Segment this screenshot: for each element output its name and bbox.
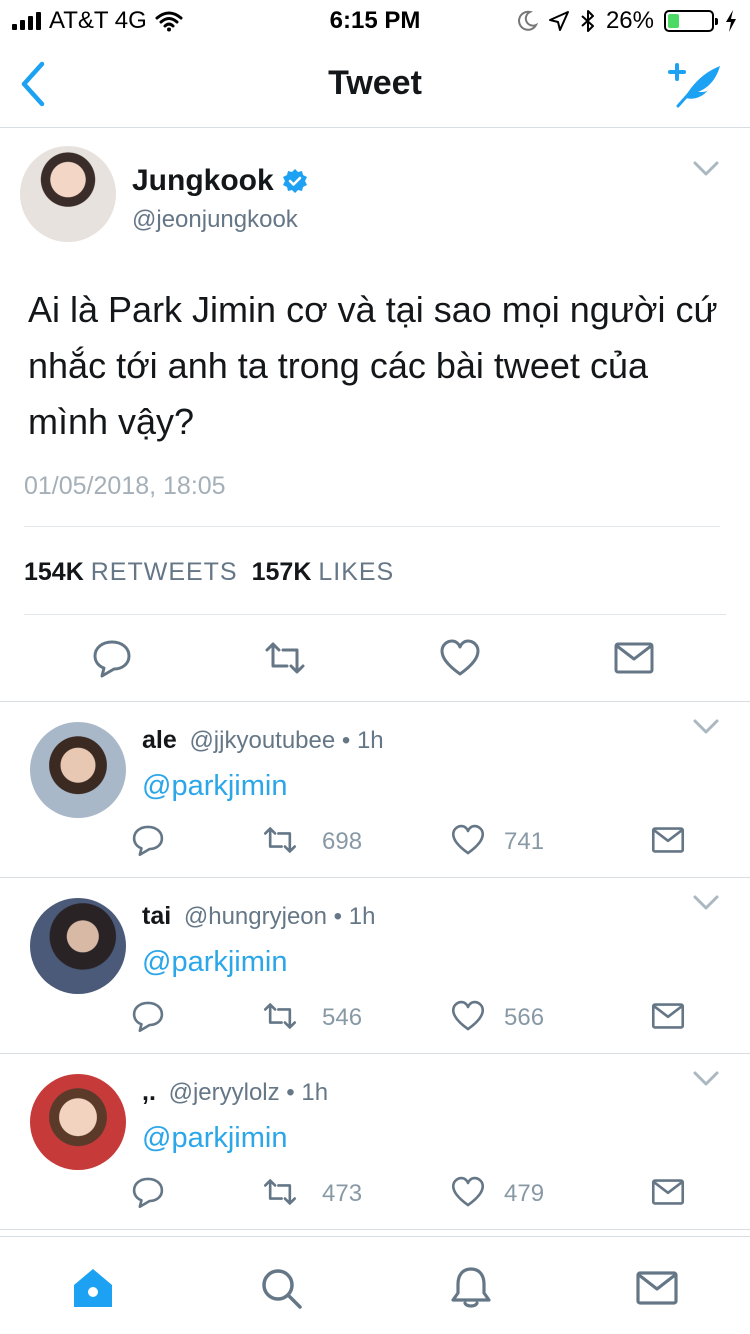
- bluetooth-icon: [581, 10, 594, 32]
- battery-icon: [664, 10, 718, 32]
- reply-author-name[interactable]: ale: [142, 726, 177, 754]
- retweet-icon[interactable]: [262, 822, 298, 858]
- nav-bar: Tweet: [0, 40, 750, 128]
- reply-time: • 1h: [341, 727, 384, 754]
- reply-avatar[interactable]: [30, 722, 126, 818]
- retweet-icon[interactable]: [262, 998, 298, 1034]
- likes-count: 157K: [251, 558, 312, 586]
- reply-avatar[interactable]: [30, 1074, 126, 1170]
- reply-header: ,. @jeryylolz • 1h: [142, 1078, 328, 1107]
- tweet-text: Ai là Park Jimin cơ và tại sao mọi người…: [28, 289, 718, 442]
- retweet-icon[interactable]: [262, 1174, 298, 1210]
- reply-retweet-count: 698: [322, 828, 363, 855]
- charging-bolt-icon: [726, 10, 736, 32]
- reply-text-mention[interactable]: @parkjimin: [142, 946, 287, 979]
- divider: [24, 614, 726, 615]
- location-arrow-icon: [548, 11, 569, 31]
- likes-label: LIKES: [318, 558, 395, 586]
- tweet-action-row: [0, 636, 750, 680]
- author-name: Jungkook: [132, 164, 274, 197]
- notifications-bell-icon[interactable]: [448, 1265, 494, 1311]
- reply-like-count: 741: [504, 828, 545, 855]
- likes-stat[interactable]: 157K LIKES: [252, 558, 395, 587]
- reply-text-mention[interactable]: @parkjimin: [142, 770, 287, 803]
- reply-time: • 1h: [333, 903, 376, 930]
- direct-message-icon[interactable]: [650, 998, 686, 1034]
- reply-header: tai @hungryjeon • 1h: [142, 902, 375, 931]
- status-right: 26%: [516, 7, 738, 35]
- reply-retweet-count: 546: [322, 1004, 363, 1031]
- search-icon[interactable]: [258, 1265, 304, 1311]
- direct-message-icon[interactable]: [612, 636, 656, 680]
- direct-message-icon[interactable]: [650, 822, 686, 858]
- reply-header: ale @jjkyoutubee • 1h: [142, 726, 384, 755]
- compose-tweet-icon[interactable]: [664, 58, 724, 110]
- divider: [24, 526, 720, 527]
- like-heart-icon[interactable]: [450, 822, 486, 858]
- tweet-timestamp: 01/05/2018, 18:05: [24, 472, 226, 500]
- battery-level-fill: [668, 14, 679, 28]
- reply-action-row: 698 741: [0, 822, 750, 862]
- author-avatar[interactable]: [20, 146, 116, 242]
- retweets-stat[interactable]: 154K RETWEETS: [24, 558, 238, 587]
- reply-icon[interactable]: [90, 636, 134, 680]
- tab-bar: [0, 1236, 750, 1334]
- reply-action-row: 473 479: [0, 1174, 750, 1214]
- reply-icon[interactable]: [130, 1174, 166, 1210]
- chevron-down-icon[interactable]: [692, 894, 720, 912]
- reply-icon[interactable]: [130, 998, 166, 1034]
- engagement-stats: 154K RETWEETS 157K LIKES: [24, 558, 394, 587]
- reply-action-row: 546 566: [0, 998, 750, 1038]
- author-handle[interactable]: @jeonjungkook: [132, 206, 298, 234]
- like-heart-icon[interactable]: [438, 636, 482, 680]
- retweets-count: 154K: [24, 558, 84, 586]
- author-name-row[interactable]: Jungkook: [132, 164, 308, 198]
- reply-author-handle[interactable]: @jjkyoutubee: [189, 727, 335, 754]
- messages-envelope-icon[interactable]: [634, 1265, 680, 1311]
- chevron-down-icon[interactable]: [692, 160, 720, 178]
- verified-badge-icon: [282, 169, 307, 193]
- reply-avatar[interactable]: [30, 898, 126, 994]
- status-bar: AT&T 4G 6:15 PM 26%: [0, 0, 750, 40]
- reply-text-mention[interactable]: @parkjimin: [142, 1122, 287, 1155]
- page-title: Tweet: [328, 64, 422, 102]
- chevron-down-icon[interactable]: [692, 1070, 720, 1088]
- like-heart-icon[interactable]: [450, 998, 486, 1034]
- reply-retweet-count: 473: [322, 1180, 363, 1207]
- main-tweet: Jungkook @jeonjungkook Ai là Park Jimin …: [0, 128, 750, 702]
- reply-tweet[interactable]: tai @hungryjeon • 1h @parkjimin 546 566: [0, 878, 750, 1054]
- reply-tweet[interactable]: ,. @jeryylolz • 1h @parkjimin 473 479: [0, 1054, 750, 1230]
- reply-icon[interactable]: [130, 822, 166, 858]
- chevron-down-icon[interactable]: [692, 718, 720, 736]
- retweet-icon[interactable]: [263, 636, 307, 680]
- retweets-label: RETWEETS: [90, 558, 238, 586]
- reply-author-handle[interactable]: @hungryjeon: [184, 903, 327, 930]
- direct-message-icon[interactable]: [650, 1174, 686, 1210]
- reply-author-name[interactable]: tai: [142, 902, 171, 930]
- home-icon[interactable]: [70, 1265, 116, 1311]
- reply-like-count: 566: [504, 1004, 545, 1031]
- do-not-disturb-moon-icon: [518, 10, 538, 31]
- like-heart-icon[interactable]: [450, 1174, 486, 1210]
- reply-author-name[interactable]: ,.: [142, 1078, 156, 1106]
- reply-tweet[interactable]: ale @jjkyoutubee • 1h @parkjimin 698 741: [0, 702, 750, 878]
- reply-time: • 1h: [286, 1079, 329, 1106]
- reply-like-count: 479: [504, 1180, 545, 1207]
- battery-percent: 26%: [605, 7, 654, 34]
- reply-author-handle[interactable]: @jeryylolz: [169, 1079, 280, 1106]
